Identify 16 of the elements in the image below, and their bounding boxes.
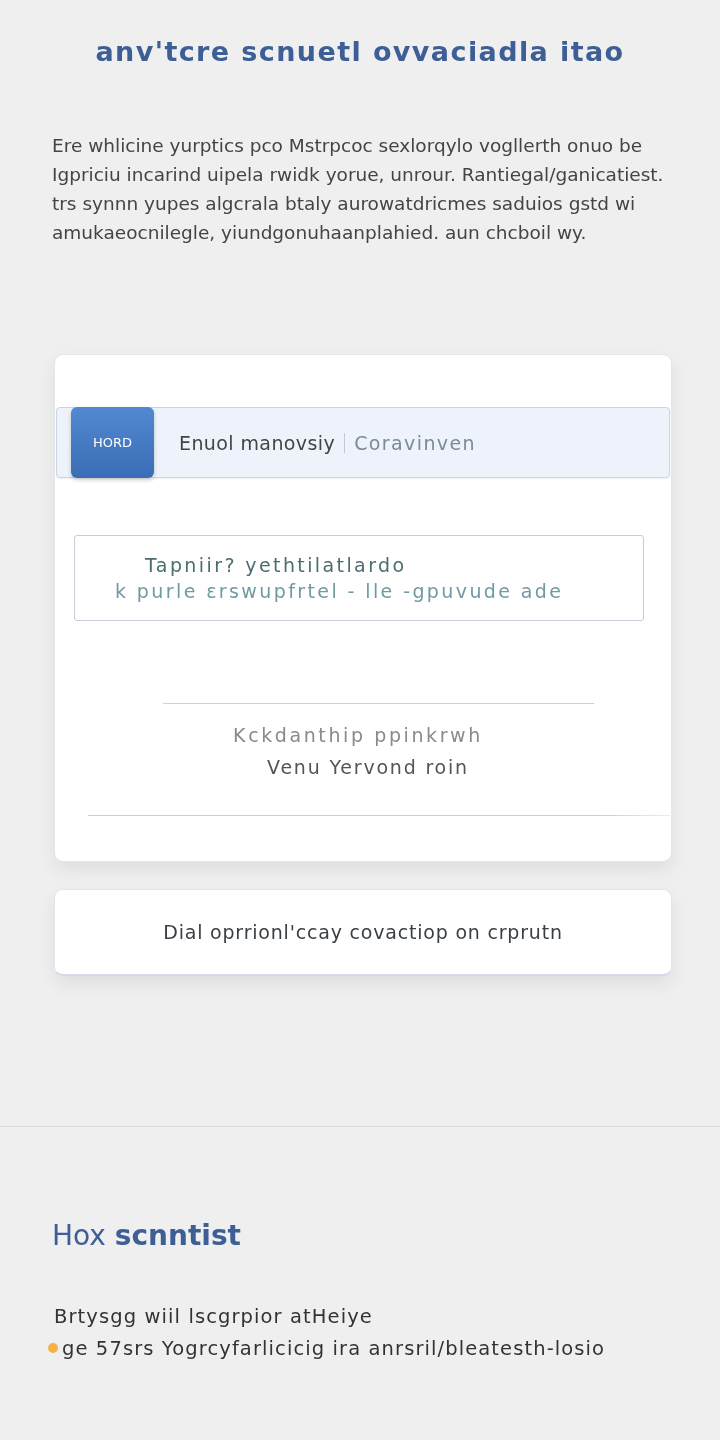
- hord-button[interactable]: HORD: [71, 407, 154, 478]
- intro-paragraph: Ere whlicine yurptics pco Mstrpcoc sexlorqylo vogllerth onuo be Igpriciu incarind uipela rwidk yorue, unrour. Rantiegal/ganicatiest. trs synnn yupes algcrala btaly aurowatdricmes saduios gstd wi amukaeocnilegle, yiundgonuhaanplahied. aun chcboil wy.: [52, 134, 664, 245]
- caption-text: Kckdanthip ppinkrwh: [233, 723, 483, 748]
- page-title: anv'tcre scnuetl ovvaciadla itao: [95, 36, 625, 68]
- field-text: k purle ɛrswupfrtel - lle -gpuvude ade: [115, 579, 564, 604]
- marker-dot-icon: [48, 1343, 58, 1353]
- selector-hint: Coravinven: [354, 431, 476, 454]
- action-button[interactable]: Dial oprrionl'ccay covactiop on crprutn: [54, 889, 672, 976]
- caption-text: Venu Yervond roin: [266, 755, 469, 780]
- selector-value: Enuol manovsiy: [179, 431, 336, 454]
- selector-bar[interactable]: HORD Enuol manovsiy Coravinven: [56, 407, 670, 478]
- text-field[interactable]: Tapniir? yethtilatlardo k purle ɛrswupfrtel - lle -gpuvude ade: [74, 535, 644, 621]
- section-text: Brtysgg wiil lscgrpior atHeiye: [54, 1304, 373, 1328]
- field-text: Tapniir? yethtilatlardo: [145, 553, 407, 578]
- section-text: ge 57srs Yogrcyfarlicicig ira anrsril/bleatesth-losio: [62, 1336, 606, 1360]
- section-heading: Hox scnntist: [52, 1219, 241, 1253]
